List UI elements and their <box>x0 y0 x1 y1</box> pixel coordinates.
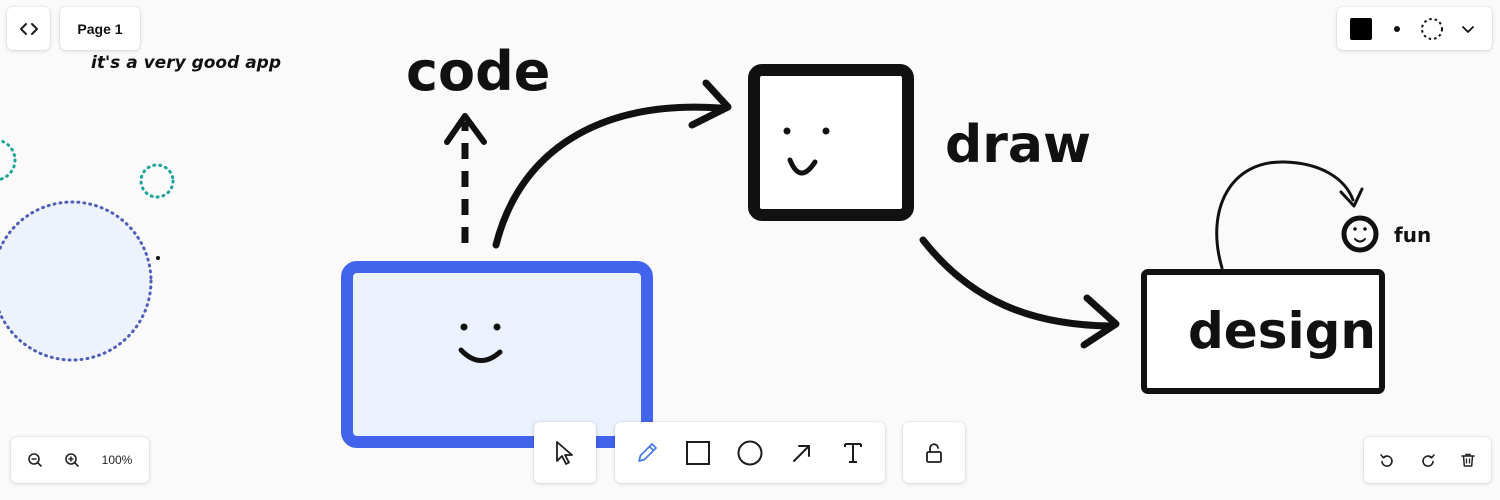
small-smiley[interactable] <box>1341 215 1379 253</box>
teal-dotted-circle-left[interactable] <box>0 139 17 181</box>
arrow-icon <box>792 444 810 462</box>
rectangle-icon <box>686 440 711 465</box>
tool-draw-button[interactable] <box>627 433 667 473</box>
lock-button[interactable] <box>903 422 965 483</box>
undo-button[interactable] <box>1372 445 1402 475</box>
dashed-circle-icon <box>1421 17 1444 40</box>
redo-icon <box>1421 454 1435 467</box>
code-brackets-icon <box>19 22 38 35</box>
page-label: Page 1 <box>77 20 123 37</box>
dash-style-button[interactable] <box>1418 15 1446 43</box>
redo-button[interactable] <box>1413 445 1443 475</box>
lock-icon <box>926 442 942 463</box>
note-text[interactable]: it's a very good app <box>91 53 281 73</box>
actions-panel <box>1364 437 1491 483</box>
curved-arrow-to-draw[interactable] <box>492 79 732 249</box>
teal-dotted-circle-small[interactable] <box>139 163 175 199</box>
delete-button[interactable] <box>1453 445 1483 475</box>
tool-ellipse-button[interactable] <box>730 433 770 473</box>
cursor-icon <box>556 440 573 465</box>
trash-icon <box>1461 453 1475 467</box>
code-toggle-button[interactable] <box>7 7 50 50</box>
tool-select-button[interactable] <box>534 422 596 483</box>
color-swatch <box>1349 17 1372 40</box>
color-swatch-button[interactable] <box>1347 15 1375 43</box>
zoom-in-button[interactable] <box>58 446 86 474</box>
blue-dotted-circle[interactable] <box>0 200 153 362</box>
pencil-icon <box>637 442 657 462</box>
zoom-level[interactable]: 100% <box>95 446 139 474</box>
expand-style-button[interactable] <box>1454 15 1482 43</box>
label-design[interactable]: design <box>1188 302 1376 360</box>
ellipse-icon <box>737 440 763 465</box>
label-draw[interactable]: draw <box>945 115 1091 175</box>
zoom-out-button[interactable] <box>21 446 49 474</box>
curved-arrow-to-design[interactable] <box>919 236 1120 349</box>
zoom-out-icon <box>28 453 42 467</box>
size-button[interactable] <box>1383 15 1411 43</box>
dashed-arrow-to-code[interactable] <box>444 113 487 243</box>
tool-arrow-button[interactable] <box>782 433 822 473</box>
tool-rectangle-button[interactable] <box>678 433 718 473</box>
tool-text-button[interactable] <box>833 433 873 473</box>
text-icon <box>844 442 863 463</box>
style-panel <box>1337 7 1492 50</box>
chevron-down-icon <box>1462 25 1475 33</box>
loop-arrow-to-fun[interactable] <box>1215 160 1364 270</box>
square-shape[interactable] <box>748 64 914 221</box>
page-selector-button[interactable]: Page 1 <box>60 7 140 50</box>
zoom-panel: 100% <box>11 437 149 483</box>
drawing-toolbar <box>615 422 885 483</box>
label-fun[interactable]: fun <box>1394 223 1431 247</box>
small-dot[interactable] <box>156 256 160 260</box>
undo-icon <box>1380 454 1393 467</box>
zoom-in-icon <box>65 453 79 467</box>
dot-icon <box>1393 25 1400 32</box>
label-code[interactable]: code <box>406 40 550 103</box>
